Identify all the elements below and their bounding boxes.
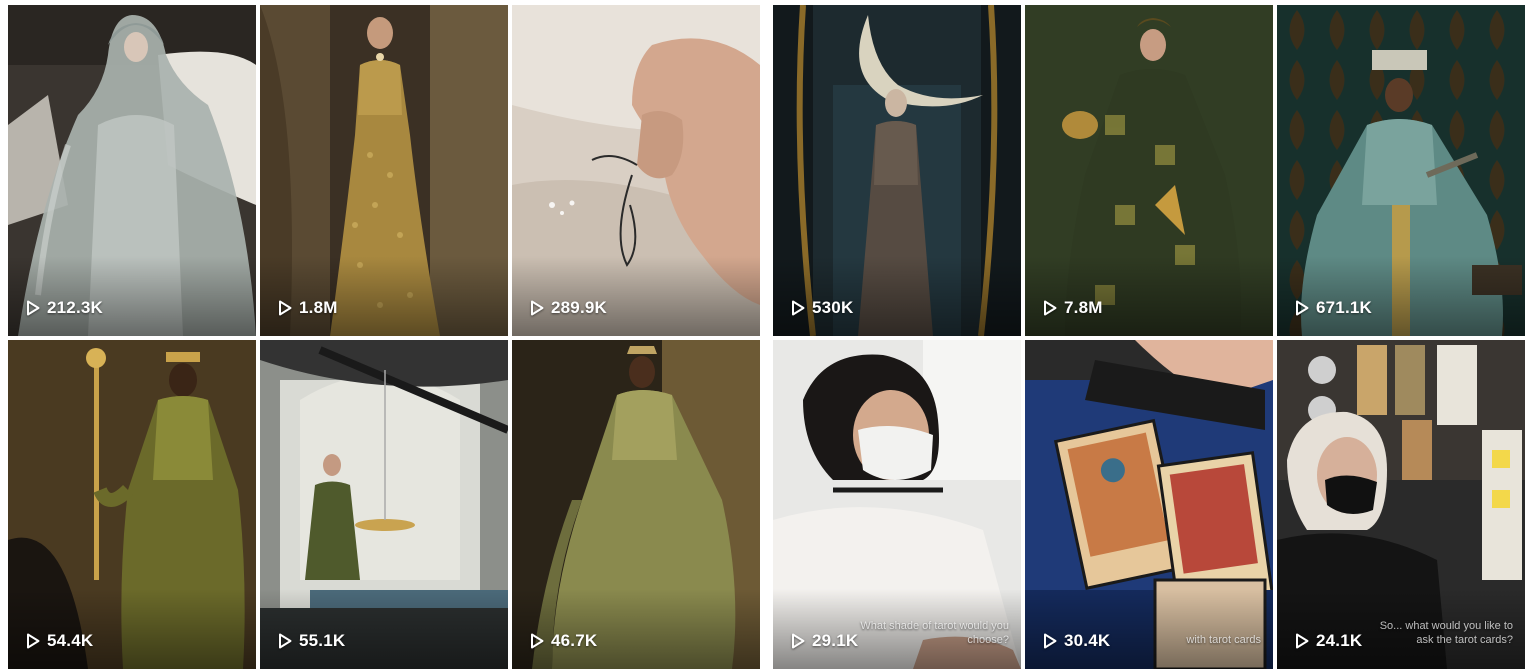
view-count: 46.7K — [530, 631, 597, 651]
play-icon — [792, 633, 805, 649]
play-icon — [27, 633, 40, 649]
play-icon — [531, 633, 544, 649]
view-count: 212.3K — [26, 298, 103, 318]
view-count-text: 212.3K — [47, 298, 104, 317]
video-tile[interactable]: 46.7K — [512, 340, 760, 669]
play-icon — [279, 300, 292, 316]
video-tile[interactable]: 530K — [773, 5, 1021, 336]
view-count: 289.9K — [530, 298, 607, 318]
play-icon — [27, 300, 40, 316]
play-icon — [279, 633, 292, 649]
view-count: 30.4K — [1043, 631, 1110, 651]
view-count-text: 30.4K — [1064, 631, 1111, 650]
video-tile[interactable]: 7.8M — [1025, 5, 1273, 336]
view-count: 1.8M — [278, 298, 338, 318]
video-grid-right: 530K 7.8M 671.1K What shade of tarot wou… — [773, 5, 1525, 669]
subtitle-caption: with tarot cards — [1186, 634, 1261, 646]
view-count: 54.4K — [26, 631, 93, 651]
subtitle-caption: What shade of tarot would you choose? — [860, 620, 1009, 646]
view-count: 55.1K — [278, 631, 345, 651]
view-count-text: 289.9K — [551, 298, 608, 317]
view-count-text: 671.1K — [1316, 298, 1373, 317]
video-tile[interactable]: 1.8M — [260, 5, 508, 336]
view-count-text: 55.1K — [299, 631, 346, 650]
view-count-text: 1.8M — [299, 298, 338, 317]
view-count: 671.1K — [1295, 298, 1372, 318]
view-count-text: 46.7K — [551, 631, 598, 650]
view-count-text: 29.1K — [812, 631, 859, 650]
play-icon — [1044, 633, 1057, 649]
video-tile[interactable]: 671.1K — [1277, 5, 1525, 336]
video-grid-left: 212.3K 1.8M 289.9K 54.4K 55.1K 46.7K — [8, 5, 760, 669]
video-tile[interactable]: 289.9K — [512, 5, 760, 336]
video-tile[interactable]: 54.4K — [8, 340, 256, 669]
view-count-text: 24.1K — [1316, 631, 1363, 650]
video-tile[interactable]: So... what would you like to ask the tar… — [1277, 340, 1525, 669]
play-icon — [1296, 633, 1309, 649]
view-count-text: 54.4K — [47, 631, 94, 650]
play-icon — [1044, 300, 1057, 316]
play-icon — [1296, 300, 1309, 316]
view-count: 24.1K — [1295, 631, 1362, 651]
video-tile[interactable]: 55.1K — [260, 340, 508, 669]
video-tile[interactable]: What shade of tarot would you choose? 29… — [773, 340, 1021, 669]
subtitle-caption: So... what would you like to ask the tar… — [1379, 620, 1513, 646]
play-icon — [792, 300, 805, 316]
view-count-text: 530K — [812, 298, 854, 317]
view-count-text: 7.8M — [1064, 298, 1103, 317]
video-tile[interactable]: 212.3K — [8, 5, 256, 336]
play-icon — [531, 300, 544, 316]
view-count: 530K — [791, 298, 853, 318]
view-count: 29.1K — [791, 631, 858, 651]
view-count: 7.8M — [1043, 298, 1103, 318]
video-tile[interactable]: with tarot cards 30.4K — [1025, 340, 1273, 669]
